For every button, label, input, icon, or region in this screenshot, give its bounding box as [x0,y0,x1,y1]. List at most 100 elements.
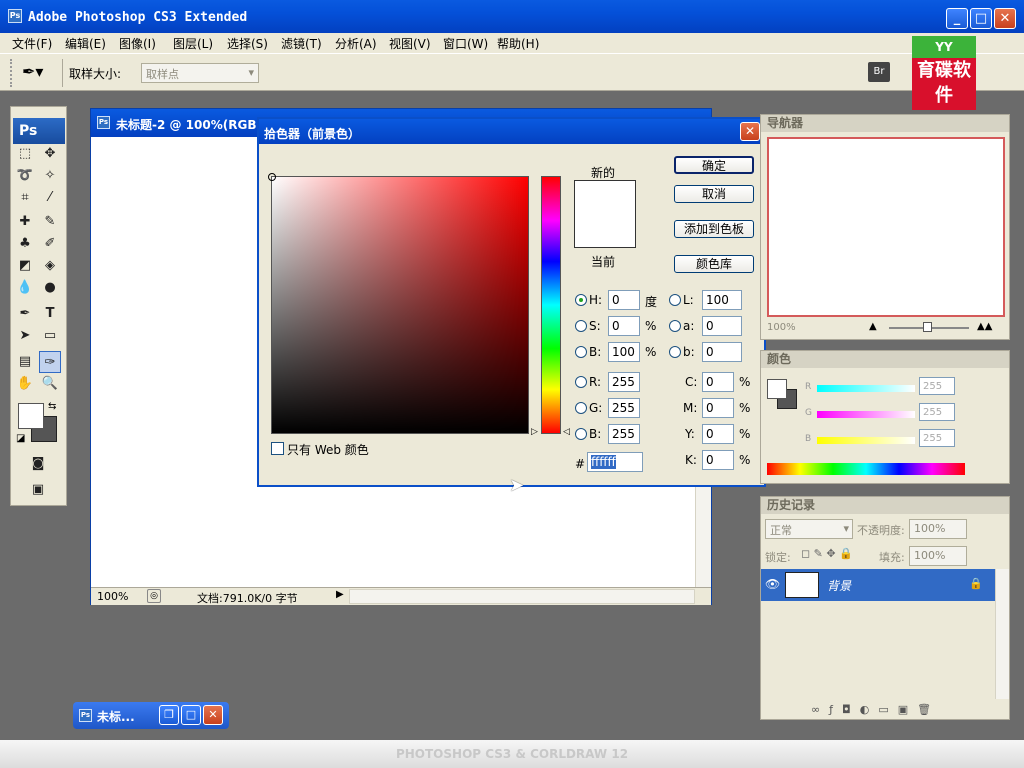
hue-slider[interactable] [541,176,561,434]
pen-tool-icon[interactable]: ✒ [14,303,36,325]
opacity-input[interactable]: 100% [909,519,967,539]
fill-input[interactable]: 100% [909,546,967,566]
maximize-button[interactable]: □ [970,8,992,29]
color-libraries-button[interactable]: 颜色库 [674,255,754,273]
menu-select[interactable]: 选择(S) [227,35,268,52]
menu-analysis[interactable]: 分析(A) [335,35,377,52]
marquee-tool-icon[interactable]: ⬚ [14,143,36,165]
toolbox-ps-header[interactable]: Ps [13,118,65,144]
color-panel-foreground-swatch[interactable] [767,379,787,399]
menu-layer[interactable]: 图层(L) [173,35,213,52]
web-colors-checkbox[interactable] [271,442,284,455]
menu-view[interactable]: 视图(V) [389,35,431,52]
red-slider[interactable] [817,385,915,392]
add-to-swatches-button[interactable]: 添加到色板 [674,220,754,238]
a-channel-input[interactable]: 0 [702,316,742,336]
cancel-button[interactable]: 取消 [674,185,754,203]
hue-slider-left-arrow-icon[interactable]: ▷ [531,427,538,437]
bridge-icon[interactable]: Br [868,62,890,82]
blend-mode-select[interactable]: 正常 ▾ [765,519,853,539]
menu-file[interactable]: 文件(F) [12,35,52,52]
red-radio[interactable] [575,376,587,388]
color-panel-b-input[interactable]: 255 [919,429,955,447]
dodge-tool-icon[interactable]: ● [39,277,61,299]
lightness-radio[interactable] [669,294,681,306]
green-radio[interactable] [575,402,587,414]
quick-mask-icon[interactable]: ◙ [27,453,49,475]
crop-tool-icon[interactable]: ⌗ [14,187,36,209]
menu-help[interactable]: 帮助(H) [497,35,539,52]
hue-radio[interactable] [575,294,587,306]
color-panel-g-input[interactable]: 255 [919,403,955,421]
navigator-preview[interactable] [767,137,1005,317]
navigator-zoom-slider[interactable] [889,322,969,332]
black-input[interactable]: 0 [702,450,734,470]
layers-scrollbar[interactable] [995,569,1009,699]
hue-input[interactable]: 0 [608,290,640,310]
healing-brush-tool-icon[interactable]: ✚ [14,211,36,233]
green-slider[interactable] [817,411,915,418]
layer-name[interactable]: 背景 [827,577,851,594]
color-field-cursor[interactable] [268,173,276,181]
menu-window[interactable]: 窗口(W) [443,35,488,52]
color-panel-r-input[interactable]: 255 [919,377,955,395]
hue-slider-right-arrow-icon[interactable]: ◁ [563,427,570,437]
lock-icons[interactable]: ◻ ✎ ✥ 🔒 [801,547,853,560]
eraser-tool-icon[interactable]: ◩ [14,255,36,277]
hand-tool-icon[interactable]: ✋ [14,373,36,395]
history-brush-tool-icon[interactable]: ✐ [39,233,61,255]
color-ramp[interactable] [767,463,965,475]
color-picker-title-bar[interactable]: 拾色器（前景色） ✕ [259,119,764,144]
zoom-tool-icon[interactable]: 🔍 [39,373,61,395]
notes-tool-icon[interactable]: ▤ [14,351,36,373]
blue-input[interactable]: 255 [608,424,640,444]
color-panel-title[interactable]: 颜色 [761,351,1009,368]
restore-button[interactable]: ❐ [159,705,179,725]
magic-wand-tool-icon[interactable]: ✧ [39,165,61,187]
foreground-color-swatch[interactable] [18,403,44,429]
status-arrow-icon[interactable]: ▶ [336,589,344,600]
history-panel-title[interactable]: 历史记录 [761,497,1009,514]
magenta-input[interactable]: 0 [702,398,734,418]
close-doc-button[interactable]: ✕ [203,705,223,725]
maximize-doc-button[interactable]: □ [181,705,201,725]
minimized-document[interactable]: Ps 未标... ❐ □ ✕ [73,702,229,729]
cyan-input[interactable]: 0 [702,372,734,392]
navigator-zoom[interactable]: 100% [767,322,796,333]
b-channel-input[interactable]: 0 [702,342,742,362]
a-channel-radio[interactable] [669,320,681,332]
red-input[interactable]: 255 [608,372,640,392]
hex-input[interactable]: ffffff [587,452,643,472]
zoom-out-icon[interactable]: ▲ [869,321,877,332]
status-menu-icon[interactable]: ◎ [147,589,161,603]
close-button[interactable]: ✕ [994,8,1016,29]
paint-bucket-tool-icon[interactable]: ◈ [39,255,61,277]
eyedropper-tool-icon[interactable]: ✑ [39,351,61,373]
ok-button[interactable]: 确定 [674,156,754,174]
zoom-level[interactable]: 100% [97,590,128,603]
b-channel-radio[interactable] [669,346,681,358]
screen-mode-icon[interactable]: ▣ [27,479,49,501]
menu-filter[interactable]: 滤镜(T) [281,35,322,52]
navigator-panel-title[interactable]: 导航器 [761,115,1009,132]
move-tool-icon[interactable]: ✥ [39,143,61,165]
clone-stamp-tool-icon[interactable]: ♣ [14,233,36,255]
saturation-brightness-field[interactable] [268,173,529,434]
brush-tool-icon[interactable]: ✎ [39,211,61,233]
path-selection-tool-icon[interactable]: ➤ [14,325,36,347]
yellow-input[interactable]: 0 [702,424,734,444]
menu-edit[interactable]: 编辑(E) [65,35,106,52]
brightness-radio[interactable] [575,346,587,358]
brightness-input[interactable]: 100 [608,342,640,362]
close-icon[interactable]: ✕ [740,122,760,141]
slice-tool-icon[interactable]: ⁄ [39,187,61,209]
rectangle-tool-icon[interactable]: ▭ [39,325,61,347]
zoom-in-icon[interactable]: ▲▲ [977,321,992,332]
blur-tool-icon[interactable]: 💧 [14,277,36,299]
horizontal-scrollbar[interactable] [349,589,695,604]
sample-size-select[interactable]: 取样点 ▾ [141,63,259,83]
layer-action-icons[interactable]: ∞ƒ◘◐▭▣🗑 [811,703,940,716]
eye-visibility-icon[interactable]: 👁 [765,577,780,591]
default-colors-icon[interactable]: ◪ [16,433,25,444]
minimize-button[interactable]: _ [946,8,968,29]
